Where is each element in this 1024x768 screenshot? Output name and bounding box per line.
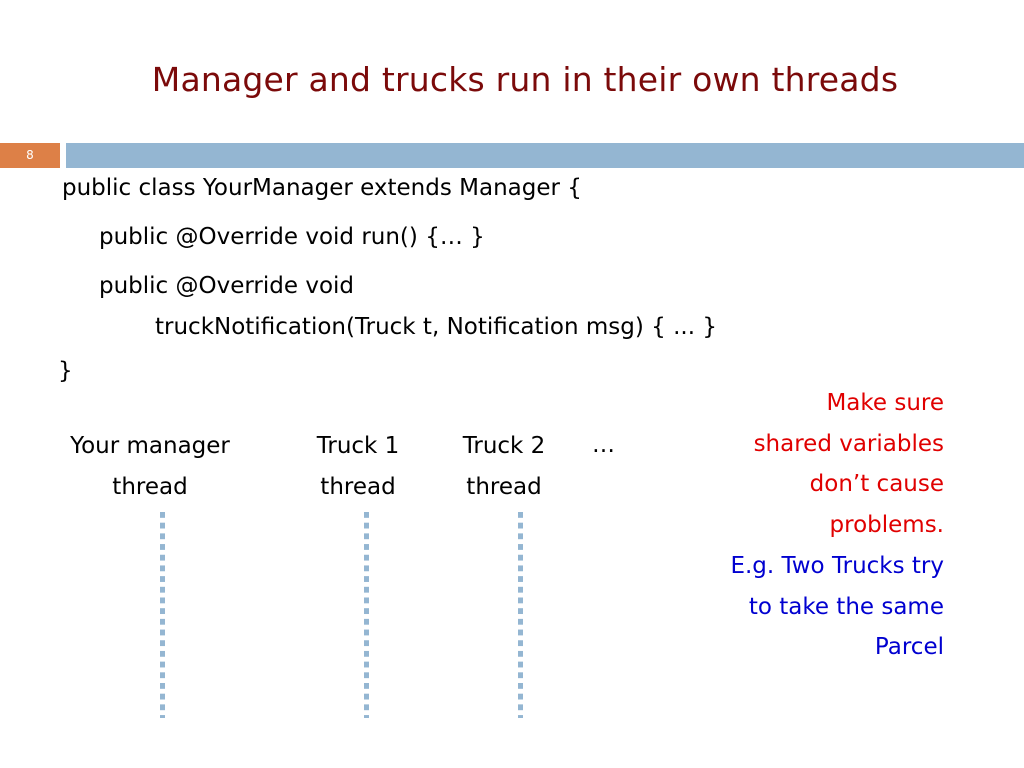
thread-label-line2: thread <box>466 474 542 500</box>
thread-label-line1: Truck 2 <box>462 433 546 459</box>
warning-line: shared variables <box>753 430 944 457</box>
shared-variables-warning: Make sure shared variables don’t cause p… <box>644 383 944 546</box>
code-line-run-method: public @Override void run() {… } <box>99 224 485 250</box>
more-threads-ellipsis: … <box>592 432 615 458</box>
example-line: to take the same <box>748 593 944 620</box>
thread-timeline-manager <box>160 512 165 718</box>
thread-timeline-truck-2 <box>518 512 523 718</box>
thread-label-line2: thread <box>112 474 188 500</box>
code-line-class-declaration: public class YourManager extends Manager… <box>62 175 582 201</box>
thread-label-line1: Your manager <box>70 433 230 459</box>
thread-label-truck-2: Truck 2 thread <box>442 426 566 508</box>
example-line: Parcel <box>874 634 944 661</box>
thread-label-manager: Your manager thread <box>40 426 260 508</box>
thread-label-line1: Truck 1 <box>316 433 400 459</box>
example-line: E.g. Two Trucks try <box>730 553 944 579</box>
slide-title: Manager and trucks run in their own thre… <box>151 60 899 99</box>
code-line-closing-brace: } <box>58 358 73 384</box>
header-divider-bar <box>66 143 1024 168</box>
code-line-notification-signature: public @Override void <box>99 273 355 299</box>
warning-line: problems. <box>829 512 944 539</box>
code-line-notification-params: truckNotification(Truck t, Notification … <box>155 314 717 340</box>
thread-label-line2: thread <box>320 474 396 500</box>
thread-label-truck-1: Truck 1 thread <box>296 426 420 508</box>
warning-line: Make sure <box>826 390 944 416</box>
race-condition-example: E.g. Two Trucks try to take the same Par… <box>644 546 944 668</box>
thread-timeline-truck-1 <box>364 512 369 718</box>
warning-line: don’t cause <box>809 471 944 498</box>
slide-number: 8 <box>0 143 60 168</box>
